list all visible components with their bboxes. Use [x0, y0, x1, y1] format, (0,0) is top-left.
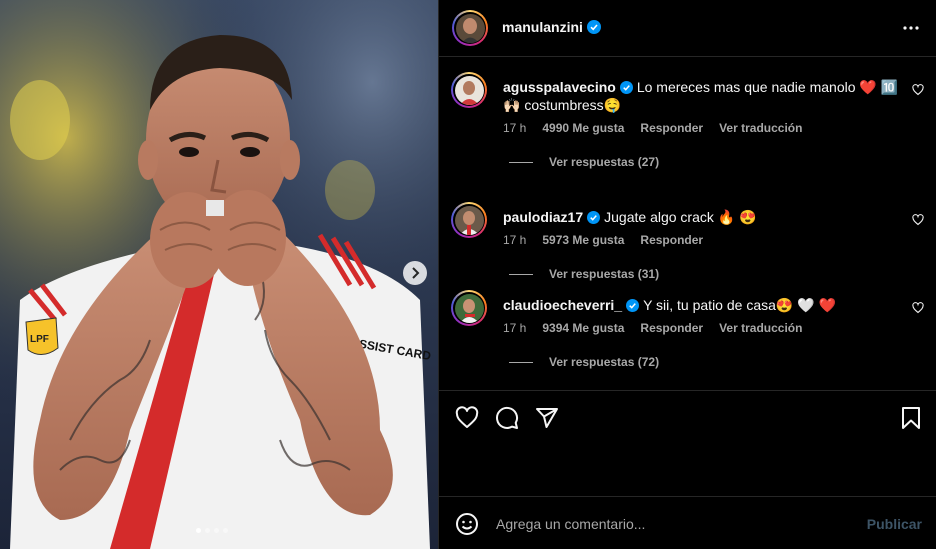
comment-like-heart-icon[interactable] — [912, 214, 924, 226]
view-replies-button[interactable]: Ver respuestas (72) — [509, 355, 659, 369]
author-username[interactable]: manulanzini — [502, 19, 583, 35]
comment-body: Jugate algo crack 🔥 😍 — [604, 209, 757, 225]
post-header: manulanzini — [439, 0, 936, 57]
comment-like-heart-icon[interactable] — [912, 84, 924, 96]
publish-button[interactable]: Publicar — [867, 516, 922, 532]
post-actions — [439, 390, 936, 496]
heart-icon[interactable] — [455, 406, 479, 430]
comment-text: paulodiaz17 Jugate algo crack 🔥 😍 — [503, 208, 899, 226]
replies-line — [509, 161, 533, 163]
comment-avatar[interactable] — [451, 290, 487, 326]
comment-likes[interactable]: 5973 Me gusta — [542, 233, 624, 247]
comment-avatar[interactable] — [451, 202, 487, 238]
view-replies-button[interactable]: Ver respuestas (27) — [509, 155, 659, 169]
comment-icon[interactable] — [495, 406, 519, 430]
comment-likes[interactable]: 9394 Me gusta — [542, 321, 624, 335]
carousel-dot — [205, 528, 210, 533]
comment-time[interactable]: 17 h — [503, 233, 526, 247]
more-options-icon[interactable] — [902, 19, 920, 37]
verified-badge-icon — [587, 211, 601, 224]
verified-badge-icon — [586, 20, 601, 34]
chevron-right-icon — [412, 267, 420, 279]
share-icon[interactable] — [535, 406, 559, 430]
post-photo[interactable]: LPF ASSIST CARD — [0, 0, 438, 549]
translate-button[interactable]: Ver traducción — [719, 121, 802, 135]
comment-meta: 17 h 5973 Me gusta Responder — [503, 233, 703, 247]
comment-username[interactable]: paulodiaz17 — [503, 209, 583, 225]
view-replies-label: Ver respuestas (27) — [549, 155, 660, 169]
comment-like-heart-icon[interactable] — [912, 302, 924, 314]
comment-meta: 17 h 9394 Me gusta Responder Ver traducc… — [503, 321, 802, 335]
carousel-dot — [214, 528, 219, 533]
comment-time[interactable]: 17 h — [503, 321, 526, 335]
comment-username[interactable]: agusspalavecino — [503, 79, 616, 95]
comment-meta: 17 h 4990 Me gusta Responder Ver traducc… — [503, 121, 802, 135]
author-avatar[interactable] — [452, 10, 488, 46]
photo-badge-text: LPF — [30, 334, 49, 345]
carousel-dot — [223, 528, 228, 533]
comment-text: agusspalavecino Lo mereces mas que nadie … — [503, 78, 899, 114]
comment-avatar[interactable] — [451, 72, 487, 108]
translate-button[interactable]: Ver traducción — [719, 321, 802, 335]
comment-time[interactable]: 17 h — [503, 121, 526, 135]
replies-line — [509, 273, 533, 275]
view-replies-button[interactable]: Ver respuestas (31) — [509, 267, 659, 281]
carousel-dot — [196, 528, 201, 533]
reply-button[interactable]: Responder — [640, 121, 703, 135]
comment-likes[interactable]: 4990 Me gusta — [542, 121, 624, 135]
reply-button[interactable]: Responder — [640, 233, 703, 247]
view-replies-label: Ver respuestas (72) — [549, 355, 660, 369]
add-comment-bar: Publicar — [439, 496, 936, 549]
post-side-panel: manulanzini agusspalavecino Lo mereces ma… — [438, 0, 936, 549]
comment-username[interactable]: claudioecheverri_ — [503, 297, 622, 313]
post-media: LPF ASSIST CARD — [0, 0, 438, 549]
instagram-post: LPF ASSIST CARD manulanzini agusspalavec… — [0, 0, 936, 549]
verified-badge-icon — [619, 81, 633, 94]
view-replies-label: Ver respuestas (31) — [549, 267, 660, 281]
carousel-next-button[interactable] — [403, 261, 427, 285]
carousel-indicator — [196, 528, 228, 533]
reply-button[interactable]: Responder — [640, 321, 703, 335]
comment-text: claudioecheverri_ Y sii, tu patio de casa… — [503, 296, 899, 314]
emoji-icon[interactable] — [455, 512, 479, 536]
comment-body: Y sii, tu patio de casa😍 🤍 ❤️ — [643, 297, 836, 313]
verified-badge-icon — [626, 299, 640, 312]
replies-line — [509, 361, 533, 363]
bookmark-icon[interactable] — [900, 406, 922, 430]
comment-input[interactable] — [494, 511, 858, 537]
